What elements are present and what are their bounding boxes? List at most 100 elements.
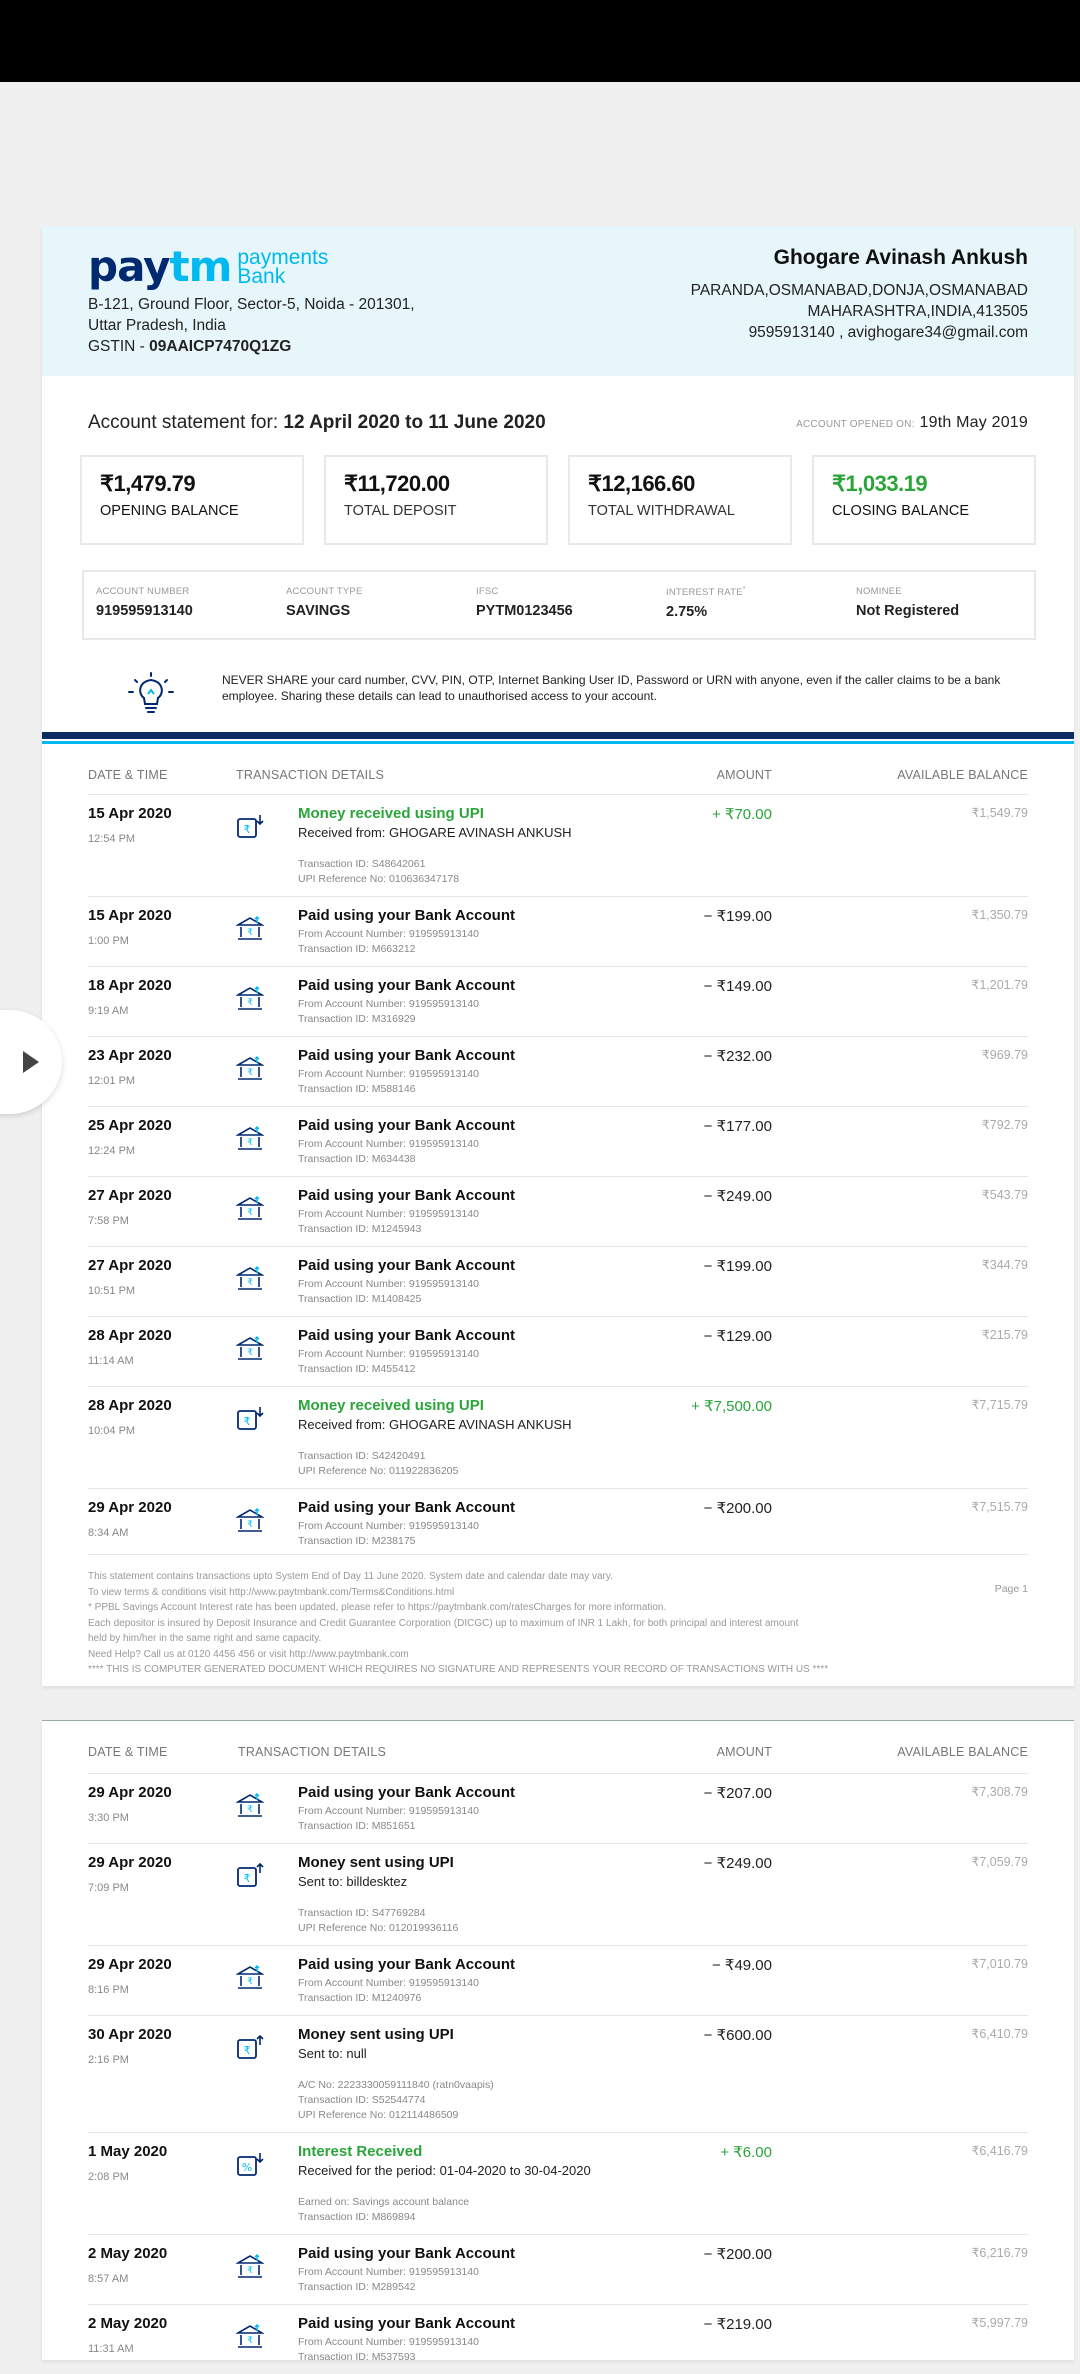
svg-text:₹: ₹ xyxy=(247,928,253,938)
transaction-row: 23 Apr 2020 12:01 PM ₹ Paid using your Bank… xyxy=(88,1036,1028,1106)
transaction-title: Paid using your Bank Account xyxy=(298,1327,515,1344)
transaction-meta-line: Transaction ID: M1408425 xyxy=(298,1293,422,1305)
transaction-meta-line: Transaction ID: M869894 xyxy=(298,2211,416,2223)
transaction-time: 7:09 PM xyxy=(88,1882,129,1894)
transaction-time: 7:58 PM xyxy=(88,1215,129,1227)
transaction-time: 8:57 AM xyxy=(88,2273,129,2285)
transaction-time: 11:14 AM xyxy=(88,1355,134,1367)
transaction-title: Paid using your Bank Account xyxy=(298,977,515,994)
transaction-amount: − ₹149.00 xyxy=(703,978,772,995)
transaction-title: Money sent using UPI xyxy=(298,2026,454,2043)
transaction-meta-line: UPI Reference No: 012019936116 xyxy=(298,1922,459,1934)
available-balance: ₹6,410.79 xyxy=(971,2027,1028,2041)
account-opened-label: ACCOUNT OPENED ON: xyxy=(796,419,915,430)
available-balance: ₹7,715.79 xyxy=(971,1398,1028,1412)
security-notice-text: NEVER SHARE your card number, CVV, PIN, … xyxy=(222,673,1001,703)
column-amount: AMOUNT xyxy=(716,768,772,782)
statement-page-1: paytm payments Bank B-121, Ground Floor, … xyxy=(42,226,1074,1686)
transaction-meta-line: Transaction ID: M634438 xyxy=(298,1153,416,1165)
ifsc-code: IFSC PYTM0123456 xyxy=(476,586,573,619)
transaction-meta: From Account Number: 919595913140 Transac… xyxy=(298,1067,479,1097)
bank-building-icon: ₹ xyxy=(235,1964,265,1992)
transaction-amount: − ₹177.00 xyxy=(703,1118,772,1135)
security-notice: NEVER SHARE your card number, CVV, PIN, … xyxy=(82,664,1036,734)
column-details: TRANSACTION DETAILS xyxy=(236,768,385,782)
bank-building-icon: ₹ xyxy=(235,985,265,1013)
footer-line: * PPBL Savings Account Interest rate has… xyxy=(88,1602,667,1613)
transaction-meta-line: From Account Number: 919595913140 xyxy=(298,1805,479,1817)
lightbulb-icon xyxy=(128,672,174,713)
transaction-time: 12:54 PM xyxy=(88,833,136,845)
column-amount: AMOUNT xyxy=(716,1745,772,1759)
table-header: DATE & TIME TRANSACTION DETAILS AMOUNT A… xyxy=(88,1745,1028,1769)
svg-text:₹: ₹ xyxy=(247,1068,253,1078)
transaction-row: 29 Apr 2020 3:30 PM ₹ Paid using your Bank … xyxy=(88,1773,1028,1843)
transaction-amount: + ₹6.00 xyxy=(720,2144,772,2161)
transaction-time: 10:51 PM xyxy=(88,1285,136,1297)
transaction-amount: − ₹199.00 xyxy=(703,1258,772,1275)
transaction-meta-line: From Account Number: 919595913140 xyxy=(298,1520,479,1532)
account-type: ACCOUNT TYPE SAVINGS xyxy=(286,586,363,619)
transaction-amount: − ₹600.00 xyxy=(703,2027,772,2044)
transaction-row: 29 Apr 2020 8:34 AM ₹ Paid using your Bank … xyxy=(88,1488,1028,1558)
transaction-meta: Earned on: Savings account balance Transa… xyxy=(298,2195,469,2225)
transaction-meta: A/C No: 2223330059111840 (ratn0vaapis) Tr… xyxy=(298,2078,494,2123)
transaction-date: 30 Apr 2020 xyxy=(88,2026,172,2043)
transaction-meta-line: Transaction ID: M316929 xyxy=(298,1013,416,1025)
transaction-meta-line: Transaction ID: M289542 xyxy=(298,2281,416,2293)
transaction-meta-line: Transaction ID: M588146 xyxy=(298,1083,416,1095)
status-bar xyxy=(0,0,1080,82)
transaction-amount: − ₹249.00 xyxy=(703,1855,772,1872)
customer-contact: 9595913140 , avighogare34@gmail.com xyxy=(748,324,1028,341)
available-balance: ₹792.79 xyxy=(981,1118,1028,1132)
transaction-meta-line: From Account Number: 919595913140 xyxy=(298,998,479,1010)
balance-summary: ₹1,479.79 OPENING BALANCE ₹11,720.00 TOT… xyxy=(80,455,1036,545)
transaction-title: Interest Received xyxy=(298,2143,423,2160)
footer-line: To view terms & conditions visit http://… xyxy=(88,1586,455,1598)
available-balance: ₹7,515.79 xyxy=(971,1500,1028,1514)
transaction-title: Paid using your Bank Account xyxy=(298,1499,515,1516)
transaction-meta-line: Transaction ID: S48642061 xyxy=(298,858,426,870)
transaction-amount: − ₹199.00 xyxy=(703,908,772,925)
bank-address: B-121, Ground Floor, Sector-5, Noida - 2… xyxy=(88,294,415,357)
transaction-date: 29 Apr 2020 xyxy=(88,1854,172,1871)
available-balance: ₹6,216.79 xyxy=(971,2246,1028,2260)
transaction-meta-line: From Account Number: 919595913140 xyxy=(298,2266,479,2278)
transaction-meta: Transaction ID: S42420491 UPI Reference N… xyxy=(298,1449,458,1479)
transaction-amount: − ₹207.00 xyxy=(703,1785,772,1802)
transaction-amount: + ₹70.00 xyxy=(711,806,772,823)
bank-building-icon: ₹ xyxy=(235,1507,265,1535)
transaction-time: 10:04 PM xyxy=(88,1425,136,1437)
transaction-meta-line: Transaction ID: M1240976 xyxy=(298,1992,422,2004)
statement-period: 12 April 2020 to 11 June 2020 xyxy=(283,412,546,433)
transaction-meta-line: Earned on: Savings account balance xyxy=(298,2196,470,2208)
transaction-title: Paid using your Bank Account xyxy=(298,1956,515,1973)
bank-building-icon: ₹ xyxy=(235,2253,265,2281)
transaction-meta-line: From Account Number: 919595913140 xyxy=(298,1348,479,1360)
transaction-time: 12:24 PM xyxy=(88,1145,136,1157)
transaction-meta: From Account Number: 919595913140 Transac… xyxy=(298,1519,479,1549)
transaction-date: 28 Apr 2020 xyxy=(88,1397,172,1414)
transaction-date: 23 Apr 2020 xyxy=(88,1047,172,1064)
transaction-row: 27 Apr 2020 10:51 PM ₹ Paid using your Bank… xyxy=(88,1246,1028,1316)
transaction-time: 8:16 PM xyxy=(88,1984,129,1996)
bank-building-icon: ₹ xyxy=(235,1055,265,1083)
play-icon xyxy=(23,1051,39,1073)
svg-text:₹: ₹ xyxy=(247,1138,253,1148)
nominee: NOMINEE Not Registered xyxy=(856,586,960,619)
transaction-meta-line: From Account Number: 919595913140 xyxy=(298,1068,479,1080)
transaction-meta: From Account Number: 919595913140 Transac… xyxy=(298,2265,479,2295)
transaction-date: 15 Apr 2020 xyxy=(88,907,172,924)
opening-balance-label: OPENING BALANCE xyxy=(100,503,239,519)
column-balance: AVAILABLE BALANCE xyxy=(897,768,1028,782)
send-arrow-icon: ₹ xyxy=(236,1862,264,1890)
transaction-meta: From Account Number: 919595913140 Transac… xyxy=(298,1347,479,1377)
transaction-date: 29 Apr 2020 xyxy=(88,1956,172,1973)
svg-text:₹: ₹ xyxy=(247,1278,253,1288)
transaction-date: 29 Apr 2020 xyxy=(88,1784,172,1801)
table-header: DATE & TIME TRANSACTION DETAILS AMOUNT A… xyxy=(88,768,1028,792)
transaction-time: 2:16 PM xyxy=(88,2054,129,2066)
page-number: Page 1 xyxy=(994,1583,1028,1595)
footer-line: held by him/her in the same right and sa… xyxy=(88,1633,322,1644)
account-opened-date: 19th May 2019 xyxy=(919,414,1028,431)
